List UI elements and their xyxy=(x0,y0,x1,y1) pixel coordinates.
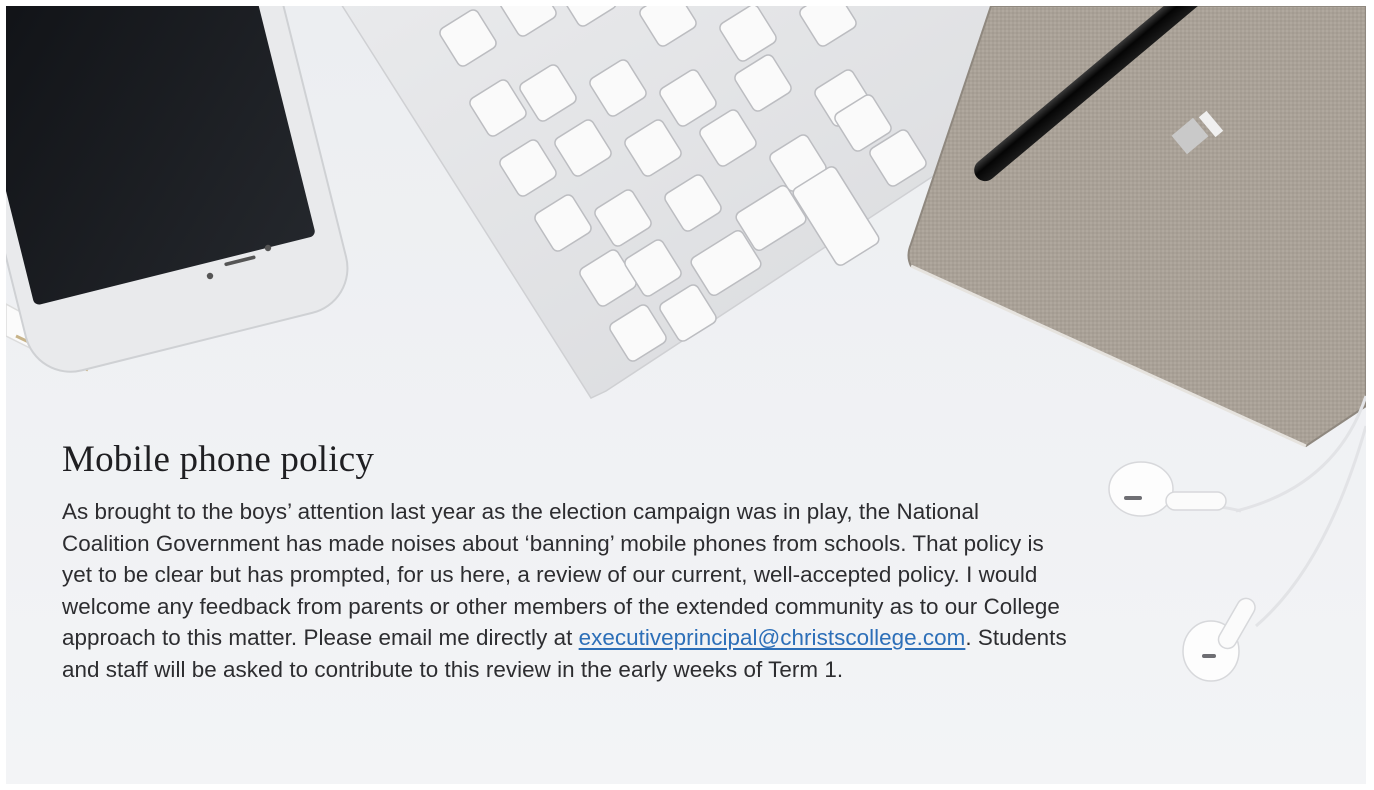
article-card: Mobile phone policy As brought to the bo… xyxy=(6,6,1366,784)
article-content: Mobile phone policy As brought to the bo… xyxy=(62,436,1072,685)
email-link[interactable]: executiveprincipal@christscollege.com xyxy=(579,625,966,650)
article-heading: Mobile phone policy xyxy=(62,439,375,480)
article-paragraph: As brought to the boys’ attention last y… xyxy=(62,496,1072,685)
